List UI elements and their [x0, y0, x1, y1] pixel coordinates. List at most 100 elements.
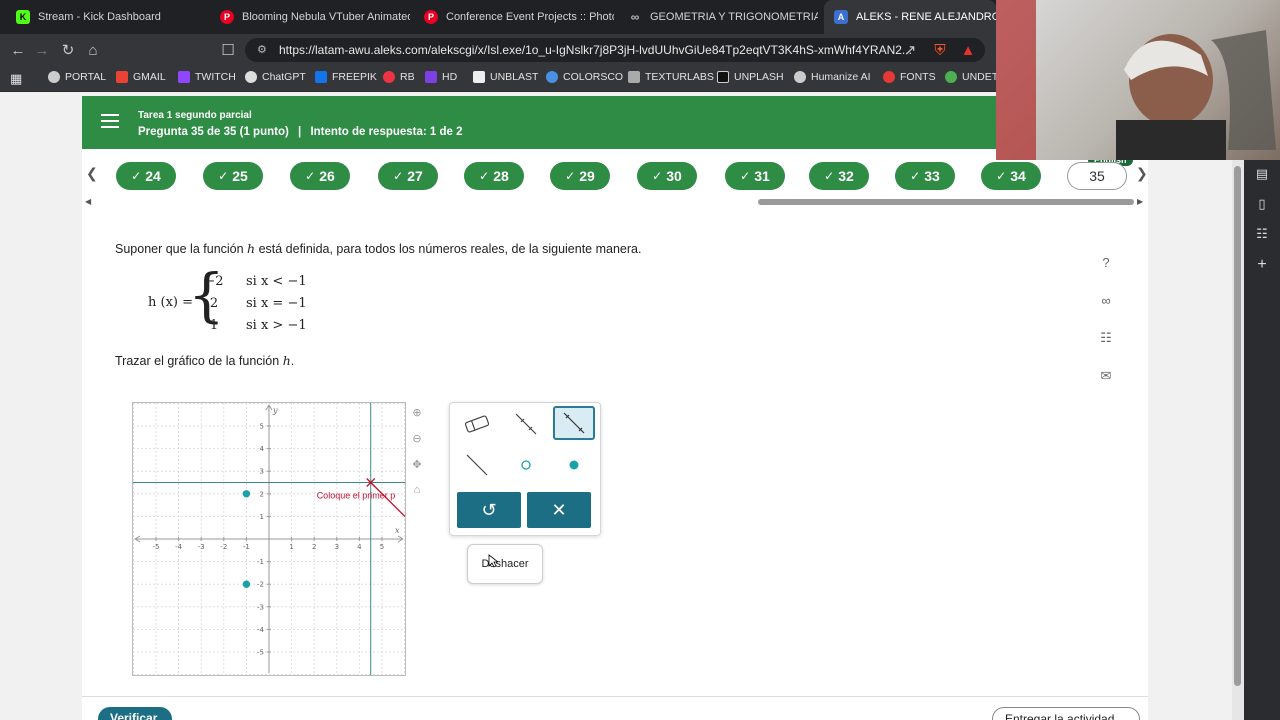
bookmark-rb[interactable]: RB	[383, 71, 415, 83]
submit-assignment-button[interactable]: Entregar la actividad	[992, 707, 1140, 720]
bookmark-fonts[interactable]: FONTS	[883, 71, 936, 83]
ray-tool-selected[interactable]	[553, 406, 595, 440]
undo-button[interactable]: ↺	[457, 492, 521, 528]
page-gutter-right	[1148, 96, 1232, 720]
add-icon[interactable]: +	[1254, 256, 1270, 273]
browser-tab-pinterest-1[interactable]: P Blooming Nebula VTuber Animated S	[210, 0, 410, 34]
menu-icon[interactable]	[101, 114, 119, 128]
tab-title: GEOMETRIA Y TRIGONOMETRIA (PR	[650, 11, 818, 23]
home-icon[interactable]: ⌂	[83, 40, 103, 60]
clear-button[interactable]: ✕	[527, 492, 591, 528]
undo-tooltip: Deshacer	[467, 544, 543, 584]
url-text: https://latam-awu.aleks.com/alekscgi/x/I…	[279, 43, 912, 57]
y-tick-label: -5	[257, 649, 264, 657]
assignment-header: Tarea 1 segundo parcial Pregunta 35 de 3…	[82, 96, 1148, 149]
check-icon: ✓	[652, 169, 663, 183]
mail-icon[interactable]: ✉	[1092, 362, 1120, 390]
chevron-left-icon[interactable]: ❮	[86, 165, 98, 182]
zoom-in-icon[interactable]: ⊕	[410, 406, 424, 420]
question-pill-29[interactable]: ✓ 29	[550, 162, 610, 190]
brave-shield-icon[interactable]: ⛨	[930, 40, 950, 60]
open-circle-icon	[521, 460, 531, 470]
question-pill-current[interactable]: 35	[1067, 162, 1127, 190]
reset-view-icon[interactable]: ⌂	[410, 484, 424, 498]
browser-tab-geometria[interactable]: ∞ GEOMETRIA Y TRIGONOMETRIA (PR	[618, 0, 818, 34]
question-mark-icon[interactable]: ?	[1092, 248, 1120, 276]
check-icon: ✓	[910, 169, 921, 183]
bookmark-hd[interactable]: HD	[425, 71, 457, 83]
question-navigator: ❮ ✓ 24 ✓ 25 ✓ 26 ✓ 27 ✓ 28 ✓ 29 ✓ 30 ✓ 31 ✓ 32 ✓ 33 ✓ 34 Engl…	[82, 149, 1148, 209]
reload-icon[interactable]: ↻	[58, 40, 78, 60]
book-icon[interactable]: ☷	[1254, 226, 1270, 242]
y-tick-label: 2	[260, 490, 264, 498]
glasses-icon[interactable]: ∞	[1092, 286, 1120, 314]
question-pill-30[interactable]: ✓ 30	[637, 162, 697, 190]
check-icon: ✓	[565, 169, 576, 183]
question-nav-scrollbar[interactable]: ◀ ▶	[82, 197, 1148, 207]
question-pill-27[interactable]: ✓ 27	[378, 162, 438, 190]
scroll-left-icon[interactable]: ◀	[85, 197, 91, 206]
share-icon[interactable]: ↗	[900, 40, 920, 60]
verify-button[interactable]: Verificar	[98, 707, 172, 720]
y-tick-label: 4	[260, 445, 265, 453]
line-segment-icon	[515, 413, 537, 435]
webcam-person-image	[996, 0, 1276, 160]
zoom-out-icon[interactable]: ⊖	[410, 432, 424, 446]
question-pill-33[interactable]: ✓ 33	[895, 162, 955, 190]
question-pill-34[interactable]: ✓ 34	[981, 162, 1041, 190]
x-axis-label: x	[395, 526, 400, 535]
line-tool[interactable]	[456, 448, 498, 482]
bookmark-icon[interactable]: ☐	[218, 40, 238, 60]
question-pill-31[interactable]: ✓ 31	[725, 162, 785, 190]
page-scrollbar-thumb[interactable]	[1234, 166, 1241, 686]
texturlabs-icon	[628, 71, 640, 83]
x-tick-label: -2	[220, 543, 227, 551]
fonts-icon	[883, 71, 895, 83]
check-icon: ✓	[996, 169, 1007, 183]
eraser-tool[interactable]	[456, 407, 498, 441]
apps-grid-icon[interactable]: ▦	[10, 71, 22, 87]
bookmark-freepik[interactable]: FREEPIK	[315, 71, 377, 83]
function-lhs: h (x) =	[148, 295, 194, 310]
question-number: 31	[754, 168, 770, 184]
bookmark-unblast[interactable]: UNBLAST	[473, 71, 538, 83]
bookmark-colorsco[interactable]: COLORSCO	[546, 71, 623, 83]
question-pill-26[interactable]: ✓ 26	[290, 162, 350, 190]
page-scrollbar[interactable]	[1232, 96, 1244, 720]
open-point-tool[interactable]	[505, 448, 547, 482]
question-pill-32[interactable]: ✓ 32	[809, 162, 869, 190]
eraser-icon	[464, 415, 490, 433]
browser-tab-pinterest-2[interactable]: P Conference Event Projects :: Photos, v	[414, 0, 614, 34]
sidebar-icon[interactable]: ▤	[1254, 166, 1270, 182]
graph-svg[interactable]: x y -5 -4 -3 -2 -1 1 2 3 4 5 5 4 3 2 1 -1 -2 -3 -4 -5 Coloque …	[132, 402, 406, 676]
forward-icon[interactable]: →	[32, 40, 52, 60]
back-icon[interactable]: ←	[8, 40, 28, 60]
question-pill-28[interactable]: ✓ 28	[464, 162, 524, 190]
question-status: Pregunta 35 de 35 (1 punto) | Intento de…	[138, 126, 463, 138]
closed-point-tool[interactable]	[553, 448, 595, 482]
scroll-right-icon[interactable]: ▶	[1137, 197, 1143, 206]
question-pill-24[interactable]: ✓ 24	[116, 162, 176, 190]
question-pill-25[interactable]: ✓ 25	[203, 162, 263, 190]
bookmark-chatgpt[interactable]: ChatGPT	[245, 71, 306, 83]
question-nav-scroll-thumb[interactable]	[758, 199, 1134, 205]
browser-tab-aleks[interactable]: A ALEKS - RENE ALEJANDRO BOR.	[824, 0, 996, 34]
site-settings-icon[interactable]: ⚙	[257, 43, 267, 56]
assignment-title: Tarea 1 segundo parcial	[138, 110, 252, 121]
bookmark-unplash[interactable]: UNPLASH	[717, 71, 784, 83]
pan-icon[interactable]: ✥	[410, 458, 424, 472]
browser-tab-kick[interactable]: K Stream - Kick Dashboard	[6, 0, 206, 34]
address-bar[interactable]: ⚙ https://latam-awu.aleks.com/alekscgi/x…	[245, 38, 985, 62]
chevron-right-icon[interactable]: ❯	[1136, 165, 1148, 182]
brave-rewards-icon[interactable]: ▲	[958, 40, 978, 60]
bookmark-twitch[interactable]: TWITCH	[178, 71, 236, 83]
y-tick-label: 3	[260, 468, 264, 476]
bookmark-portal[interactable]: PORTAL	[48, 71, 106, 83]
bookmark-texturlabs[interactable]: TEXTURLABS	[628, 71, 714, 83]
bookmark-humanize[interactable]: Humanize AI	[794, 71, 871, 83]
graph-canvas[interactable]: x y -5 -4 -3 -2 -1 1 2 3 4 5 5 4 3 2 1 -1 -2 -3 -4 -5 Coloque …	[132, 402, 406, 676]
bookmark-gmail[interactable]: GMAIL	[116, 71, 166, 83]
notes-icon[interactable]: ☷	[1092, 324, 1120, 352]
reading-list-icon[interactable]: ▯	[1254, 196, 1270, 212]
line-segment-tool[interactable]	[505, 407, 547, 441]
